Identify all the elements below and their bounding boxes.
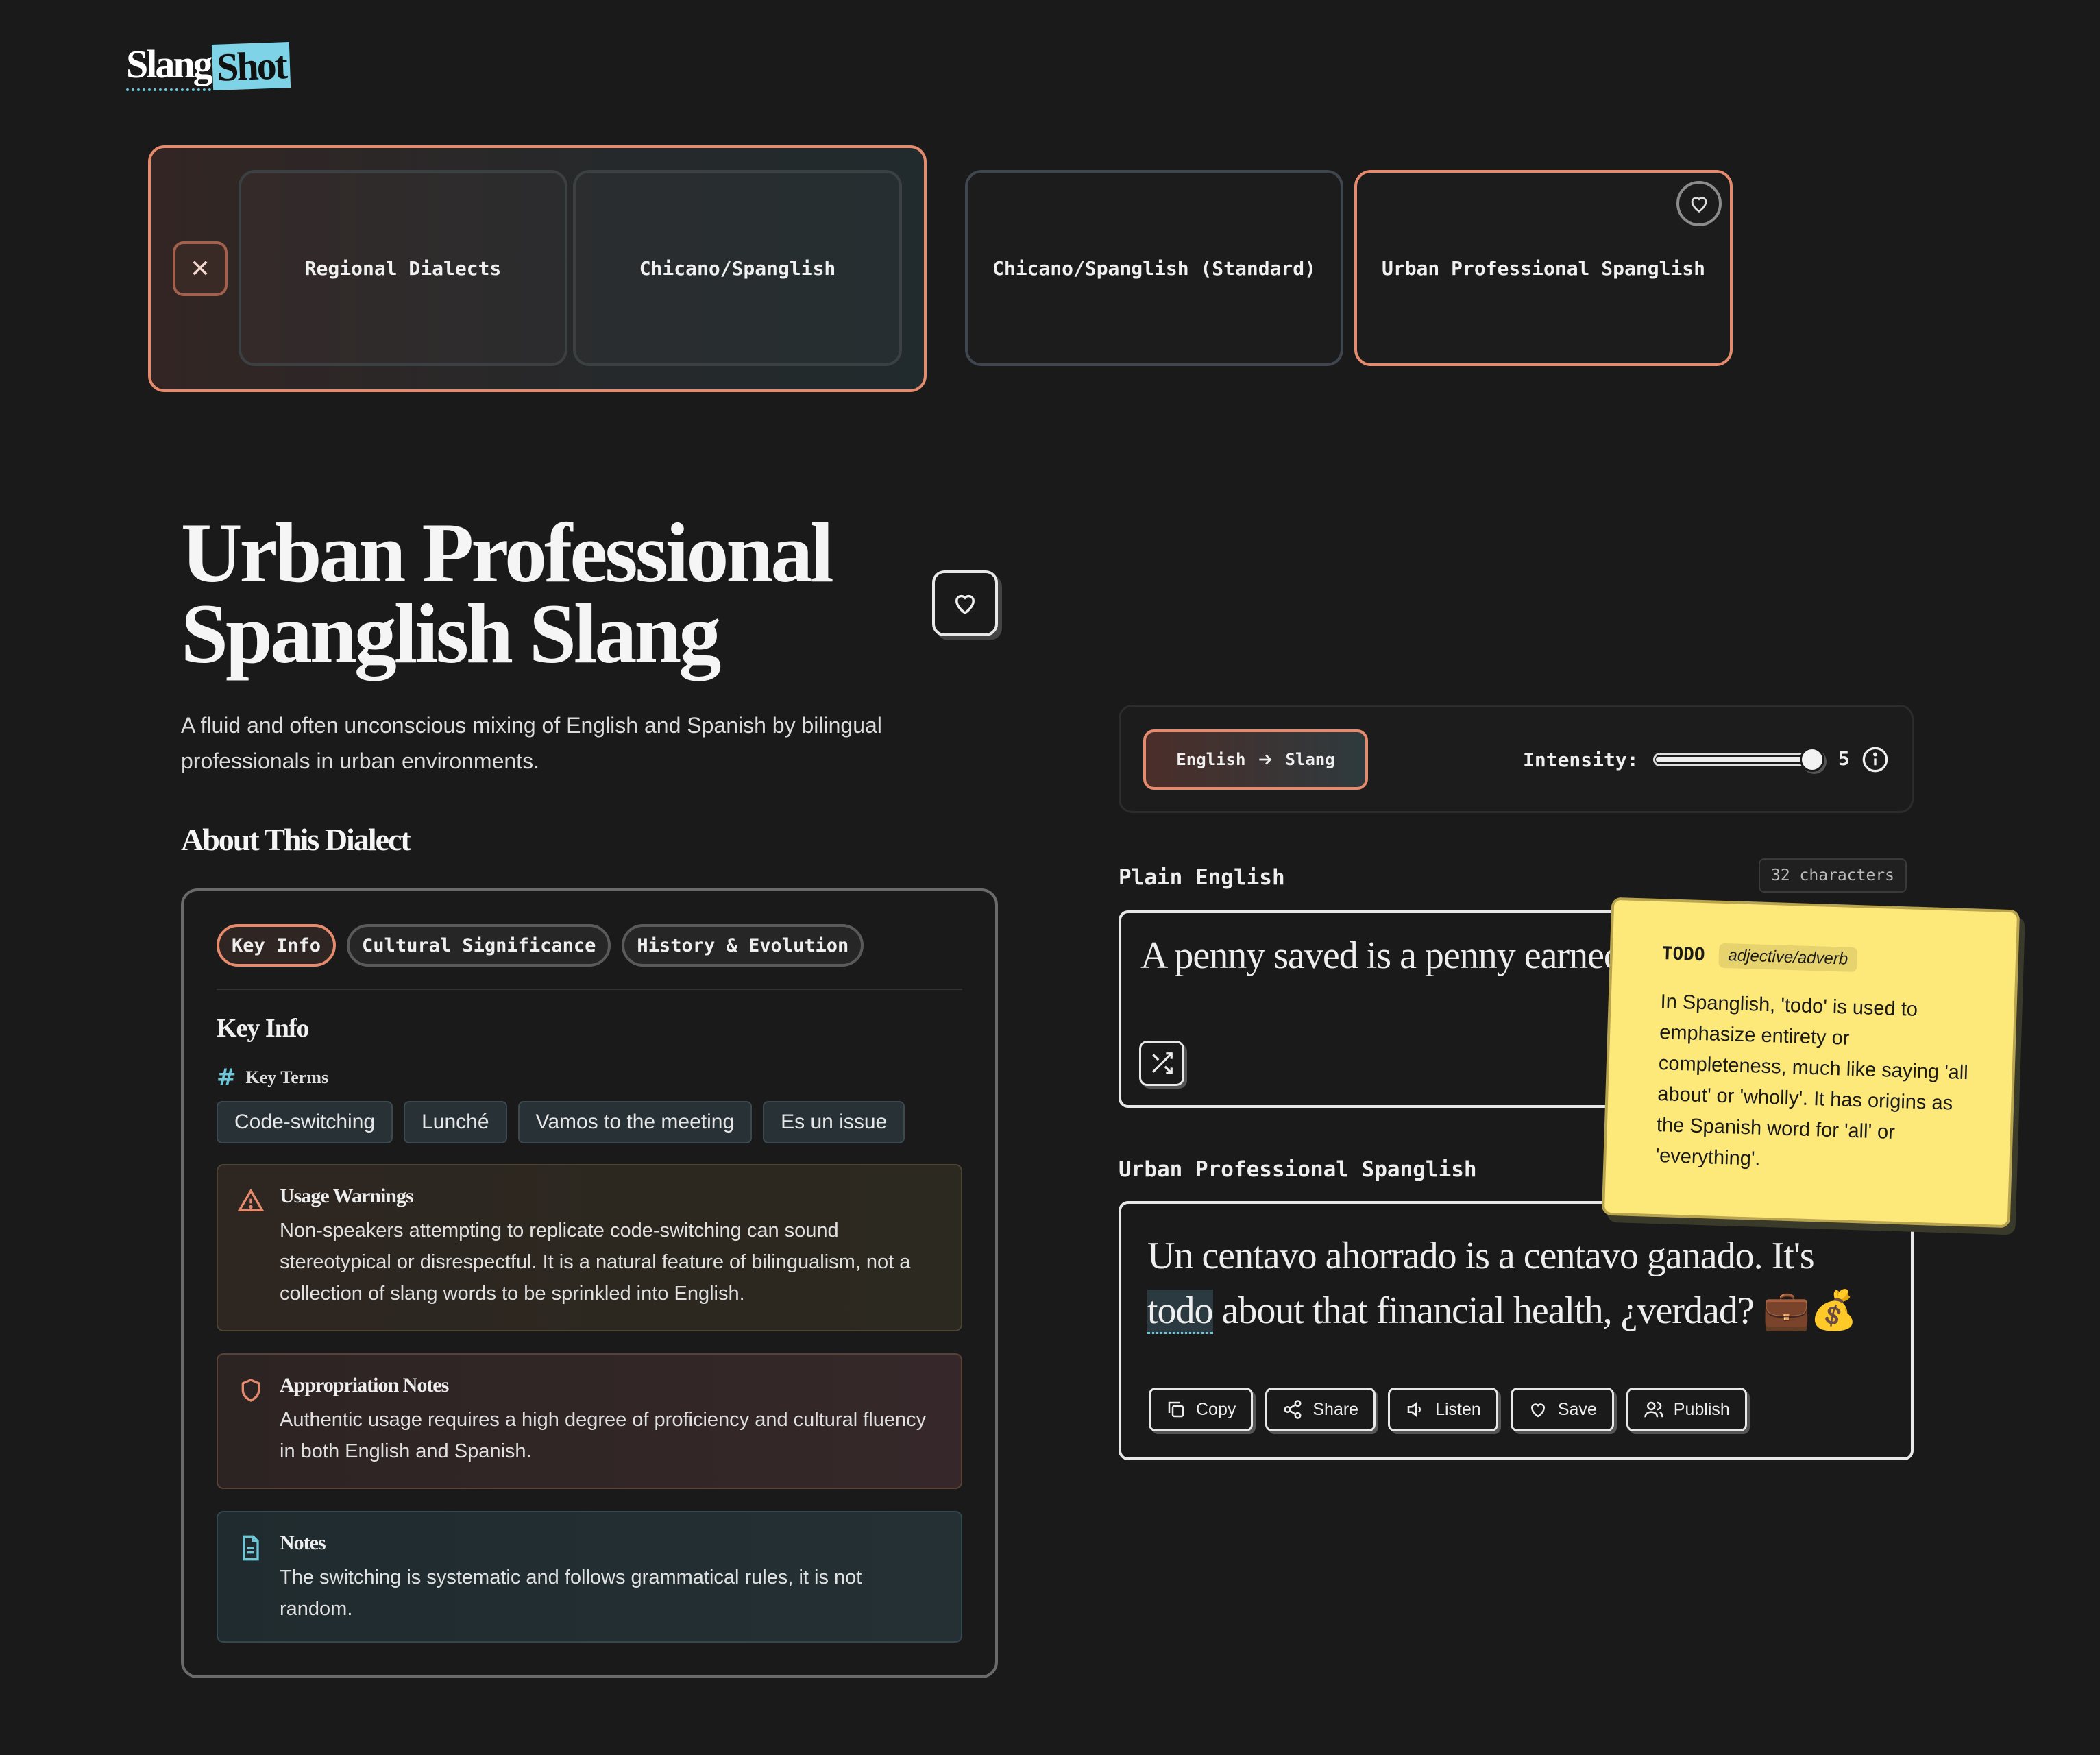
tooltip-definition: In Spanglish, 'todo' is used to emphasiz…: [1655, 991, 1969, 1170]
clear-path-button[interactable]: ✕: [173, 241, 228, 296]
key-terms-list: Code-switching Lunché Vamos to the meeti…: [217, 1101, 905, 1143]
dialect-option-urban-professional[interactable]: Urban Professional Spanglish: [1354, 170, 1733, 366]
notes-box: Notes The switching is systematic and fo…: [217, 1511, 962, 1643]
shuffle-icon: [1152, 1052, 1173, 1074]
key-terms-text: Key Terms: [245, 1067, 329, 1087]
shuffle-example-button[interactable]: [1139, 1041, 1184, 1086]
listen-button[interactable]: Listen: [1388, 1388, 1498, 1431]
dialect-description: A fluid and often unconscious mixing of …: [181, 713, 882, 773]
intensity-slider-thumb[interactable]: [1800, 747, 1824, 772]
key-terms-label: # Key Terms: [217, 1064, 328, 1091]
intensity-value: 5: [1838, 747, 1850, 770]
tab-cultural-significance[interactable]: Cultural Significance: [347, 924, 611, 967]
translation-text: Un centavo ahorrado is a centavo ganado.…: [1147, 1228, 1888, 1338]
dialect-option-chicano-standard[interactable]: Chicano/Spanglish (Standard): [965, 170, 1343, 366]
share-icon: [1284, 1400, 1302, 1419]
copy-label: Copy: [1196, 1399, 1236, 1419]
appropriation-notes-text: Authentic usage requires a high degree o…: [280, 1409, 927, 1462]
heart-icon: [1691, 197, 1707, 213]
slang-definition-tooltip: TODO adjective/adverb In Spanglish, 'tod…: [1601, 897, 2020, 1228]
info-icon[interactable]: [1861, 746, 1889, 773]
character-count: 32 characters: [1759, 858, 1907, 893]
favorite-button[interactable]: [932, 570, 998, 636]
app-logo[interactable]: Slang Shot: [126, 41, 291, 91]
logo-text-shot: Shot: [211, 42, 291, 90]
heart-icon: [955, 594, 975, 615]
translation-text-part: Un centavo ahorrado is a centavo ganado.…: [1147, 1235, 1815, 1277]
direction-to: Slang: [1285, 750, 1335, 769]
key-term-chip[interactable]: Lunché: [404, 1101, 507, 1143]
direction-from: English: [1176, 750, 1246, 769]
about-heading: About This Dialect: [181, 822, 411, 857]
about-tabs: Key Info Cultural Significance History &…: [217, 924, 864, 967]
publish-label: Publish: [1673, 1399, 1730, 1419]
speaker-icon: [1407, 1401, 1421, 1418]
tooltip-part-of-speech: adjective/adverb: [1718, 943, 1858, 973]
key-term-chip[interactable]: Vamos to the meeting: [517, 1101, 753, 1143]
notes-text: The switching is systematic and follows …: [280, 1566, 862, 1620]
notes-title: Notes: [280, 1532, 326, 1554]
publish-button[interactable]: Publish: [1626, 1388, 1747, 1431]
save-button[interactable]: Save: [1510, 1388, 1614, 1431]
direction-toggle-button[interactable]: English Slang: [1143, 729, 1368, 790]
breadcrumb-item-regional-dialects[interactable]: Regional Dialects: [239, 170, 567, 366]
usage-warnings-box: Usage Warnings Non-speakers attempting t…: [217, 1164, 962, 1331]
shield-icon: [241, 1379, 260, 1402]
plain-english-text: A penny saved is a penny earned.: [1140, 934, 1632, 977]
logo-text-slang: Slang: [126, 41, 213, 91]
copy-button[interactable]: Copy: [1149, 1388, 1254, 1431]
output-label: Urban Professional Spanglish: [1119, 1157, 1477, 1182]
copy-icon: [1168, 1401, 1184, 1418]
document-icon: [243, 1535, 259, 1561]
favorite-dialect-button[interactable]: [1676, 181, 1722, 226]
plain-english-label: Plain English: [1119, 865, 1285, 890]
heart-icon: [1530, 1403, 1545, 1418]
share-button[interactable]: Share: [1265, 1388, 1376, 1431]
intensity-label: Intensity:: [1523, 749, 1639, 771]
key-term-chip[interactable]: Es un issue: [763, 1101, 905, 1143]
listen-label: Listen: [1435, 1399, 1481, 1419]
hash-icon: #: [217, 1064, 236, 1091]
tooltip-word: TODO: [1661, 943, 1705, 966]
users-icon: [1644, 1401, 1663, 1418]
arrow-right-icon: [1259, 754, 1272, 765]
highlighted-slang-word[interactable]: todo: [1147, 1290, 1214, 1334]
breadcrumb-item-chicano-spanglish[interactable]: Chicano/Spanglish: [573, 170, 902, 366]
warning-triangle-icon: [237, 1188, 265, 1211]
usage-warnings-text: Non-speakers attempting to replicate cod…: [280, 1220, 911, 1305]
translation-text-part: about that financial health, ¿verdad? 💼💰: [1212, 1290, 1858, 1332]
appropriation-notes-title: Appropriation Notes: [280, 1374, 449, 1396]
tab-history-evolution[interactable]: History & Evolution: [622, 924, 864, 967]
share-label: Share: [1312, 1399, 1359, 1419]
save-label: Save: [1557, 1399, 1597, 1419]
appropriation-notes-box: Appropriation Notes Authentic usage requ…: [217, 1353, 962, 1489]
intensity-slider-fill: [1656, 757, 1812, 762]
tab-key-info[interactable]: Key Info: [217, 924, 337, 967]
usage-warnings-title: Usage Warnings: [280, 1185, 414, 1207]
key-info-heading: Key Info: [217, 1014, 309, 1043]
tab-divider: [217, 989, 962, 990]
output-actions: Copy Share Listen Save Publish: [1149, 1388, 1747, 1431]
page-title: Urban Professional Spanglish Slang: [181, 506, 834, 681]
close-icon: ✕: [189, 254, 211, 282]
key-term-chip[interactable]: Code-switching: [217, 1101, 393, 1143]
